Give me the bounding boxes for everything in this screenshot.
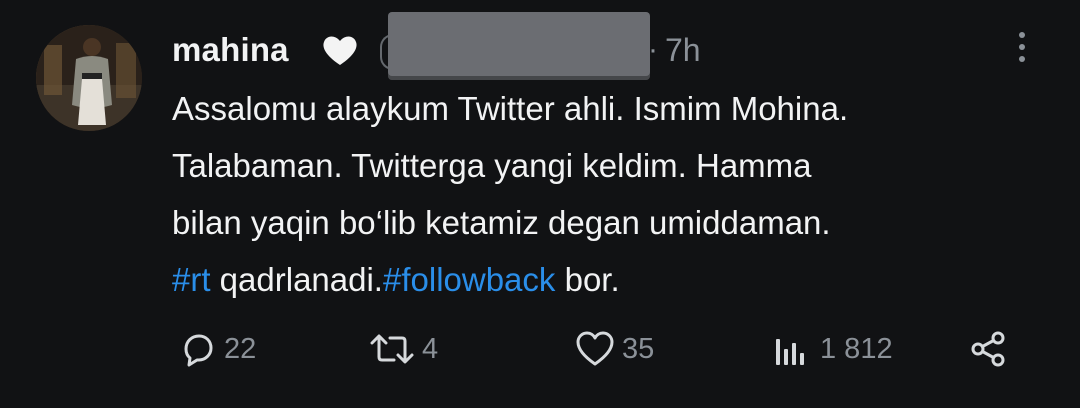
hashtag-link[interactable]: #rt [172, 261, 211, 298]
repost-button[interactable]: 4 [368, 324, 438, 374]
tweet-text-fragment: bor. [555, 261, 620, 298]
redacted-handle [388, 12, 650, 80]
tweet-text-line: Talabaman. Twitterga yangi keldim. Hamma [172, 147, 812, 184]
views-button[interactable]: 1 812 [770, 324, 893, 374]
avatar-image [36, 25, 142, 131]
tweet-text-line: Assalomu alaykum Twitter ahli. Ismim Moh… [172, 90, 849, 127]
tweet-header: mahina · 7h [172, 12, 1050, 80]
tweet-text-line: bilan yaqin bo‘lib ketamiz degan umiddam… [172, 204, 831, 241]
timestamp[interactable]: 7h [665, 28, 701, 72]
hashtag-link[interactable]: #followback [383, 261, 555, 298]
like-icon [576, 331, 614, 366]
reply-count: 22 [224, 332, 257, 365]
tweet-text-line: #rt qadrlanadi.#followback bor. [172, 251, 1062, 308]
share-button[interactable] [968, 324, 1012, 374]
repost-icon [370, 334, 414, 364]
reply-icon [184, 334, 213, 367]
tweet-text-fragment: qadrlanadi. [210, 261, 383, 298]
share-icon [971, 331, 1005, 367]
author-name[interactable]: mahina [172, 28, 289, 72]
tweet-text: Assalomu alaykum Twitter ahli. Ismim Moh… [172, 80, 1062, 308]
separator-dot: · [648, 33, 658, 66]
tweet-actions: 22 4 35 1 812 [172, 324, 1032, 374]
repost-count: 4 [422, 332, 439, 365]
like-count: 35 [622, 332, 655, 365]
views-icon [776, 339, 804, 365]
like-button[interactable]: 35 [574, 324, 654, 374]
reply-button[interactable]: 22 [178, 324, 256, 374]
more-options-icon[interactable] [1016, 28, 1028, 72]
tweet[interactable]: mahina · 7h Assalomu alaykum Twitter ahl… [0, 0, 1080, 408]
view-count: 1 812 [820, 332, 893, 365]
avatar[interactable] [36, 25, 142, 131]
white-heart-emoji-icon [323, 36, 357, 65]
